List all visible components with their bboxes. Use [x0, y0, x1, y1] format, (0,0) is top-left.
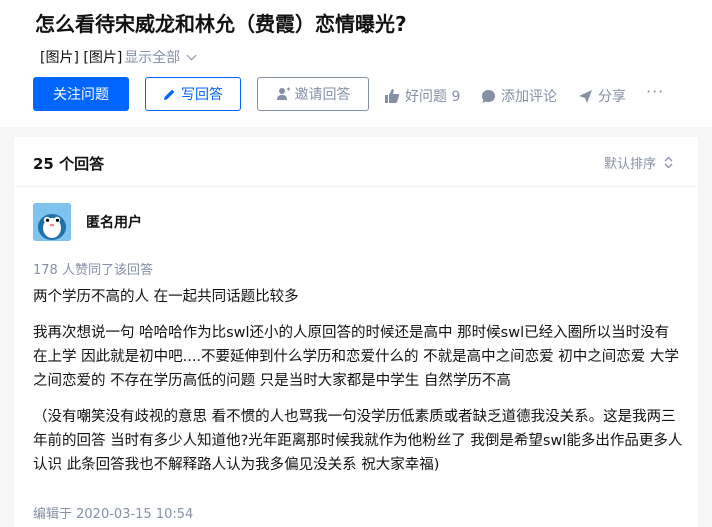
invite-answer-button[interactable]: 邀请回答 [257, 77, 369, 111]
share-icon [579, 89, 592, 103]
answer-count: 25 个回答 [33, 155, 105, 173]
edit-timestamp[interactable]: 编辑于 2020-03-15 10:54 [33, 503, 193, 522]
thumbs-up-icon [385, 89, 400, 103]
write-answer-label: 写回答 [181, 87, 223, 103]
invite-answer-label: 邀请回答 [294, 87, 351, 103]
chevron-down-icon[interactable] [186, 50, 197, 61]
avatar[interactable] [33, 203, 71, 241]
question-title: 怎么看待宋威龙和林允（费霞）恋情曝光? [35, 12, 407, 36]
sort-dropdown[interactable]: 默认排序 [604, 153, 673, 172]
good-question-button[interactable]: 好问题 9 [384, 86, 460, 106]
more-options-button[interactable]: ··· [646, 82, 664, 101]
add-comment-label: 添加评论 [501, 89, 557, 105]
invite-user-icon [276, 87, 290, 100]
answer-paragraph: 两个学历不高的人 在一起共同话题比较多 [33, 289, 299, 305]
good-question-label: 好问题 9 [405, 89, 461, 105]
follow-question-label: 关注问题 [53, 87, 109, 103]
share-label: 分享 [598, 89, 626, 105]
answer-paragraph: 我再次想说一句 哈哈哈作为比swl还小的人原回答的时候还是高中 那时候swl已经… [33, 325, 679, 389]
answers-header: 25 个回答 默认排序 [14, 137, 698, 187]
question-description-images[interactable]: [图片] [图片] [40, 50, 122, 66]
question-description: [图片] [图片] 显示全部 [40, 47, 197, 67]
more-options-label: ··· [646, 82, 665, 101]
anonymous-avatar-icon [33, 203, 71, 241]
comment-icon [482, 89, 495, 103]
show-all-button[interactable]: 显示全部 [124, 50, 180, 66]
question-header: 怎么看待宋威龙和林允（费霞）恋情曝光? [图片] [图片] 显示全部 关注问题 写… [0, 0, 712, 127]
voters-count[interactable]: 178 人赞同了该回答 [33, 259, 153, 278]
answers-card: 25 个回答 默认排序 匿名用户 178 人赞同了该回答 两个学历不高的人 在一… [14, 137, 698, 527]
write-answer-button[interactable]: 写回答 [145, 77, 241, 111]
share-button[interactable]: 分享 [578, 86, 626, 106]
answer-content: 两个学历不高的人 在一起共同话题比较多 我再次想说一句 哈哈哈作为比swl还小的… [33, 285, 683, 489]
pencil-icon [164, 89, 175, 100]
follow-question-button[interactable]: 关注问题 [33, 77, 129, 111]
sort-label: 默认排序 [604, 157, 657, 172]
sort-toggle-icon [664, 156, 673, 169]
answer-paragraph: （没有嘲笑没有歧视的意思 看不惯的人也骂我一句没学历低素质或者缺乏道德我没关系。… [33, 409, 683, 473]
add-comment-button[interactable]: 添加评论 [481, 86, 557, 106]
author-name[interactable]: 匿名用户 [86, 212, 142, 232]
